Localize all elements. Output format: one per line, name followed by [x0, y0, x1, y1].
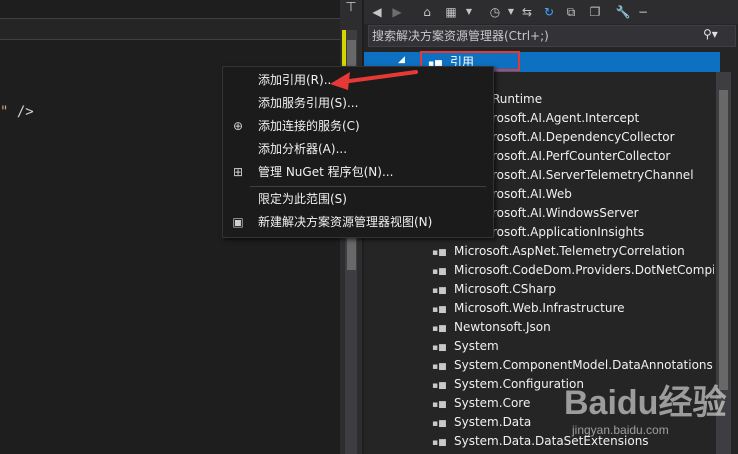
assembly-icon: ▪■ — [432, 267, 447, 277]
tree-item[interactable]: ▪■ Microsoft.CodeDom.Providers.DotNetComp… — [432, 261, 714, 280]
editor-tab-strip — [0, 18, 340, 40]
menu-item-add-analyzer[interactable]: 添加分析器(A)... — [234, 139, 484, 160]
assembly-icon: ▪■ — [432, 362, 447, 372]
nuget-icon: ⊞ — [232, 165, 244, 179]
new-view-icon: ▣ — [232, 215, 244, 229]
expand-arrow-icon[interactable]: ◢ — [398, 55, 405, 65]
assembly-icon: ▪■ — [432, 305, 447, 315]
assembly-icon: ▪■ — [432, 248, 447, 258]
tree-item[interactable]: ▪■ Microsoft.Web.Infrastructure — [432, 299, 714, 318]
assembly-icon: ▪■ — [432, 419, 447, 429]
tree-item[interactable]: ▪■ Newtonsoft.Json — [432, 318, 714, 337]
tree-item[interactable]: rosoft.AI.ServerTelemetryChannel — [492, 166, 738, 185]
dropdown-icon[interactable]: ▼ — [460, 3, 478, 21]
tree-item[interactable]: ▪■ System — [432, 337, 714, 356]
watermark-url: jingyan.baidu.com — [571, 423, 669, 437]
menu-item-manage-nuget[interactable]: ⊞ 管理 NuGet 程序包(N)... — [233, 162, 484, 183]
refresh-icon[interactable]: ↻ — [540, 3, 558, 21]
baidu-watermark: Baidu经验 jingyan.baidu.com — [564, 383, 726, 437]
sync-icon[interactable]: ⇆ — [518, 3, 536, 21]
change-marker — [342, 30, 346, 70]
menu-item-new-explorer-view[interactable]: ▣ 新建解决方案资源管理器视图(N) — [232, 212, 484, 233]
tree-item[interactable]: rosoft.AI.Agent.Intercept — [492, 109, 738, 128]
menu-item-add-connected-service[interactable]: ⊕ 添加连接的服务(C) — [233, 116, 484, 137]
wrench-icon[interactable]: 🔧 — [614, 3, 632, 21]
menu-item-scope-to-this[interactable]: 限定为此范围(S) — [234, 189, 484, 210]
connected-service-icon: ⊕ — [232, 119, 244, 133]
annotation-arrow-icon — [330, 70, 418, 90]
code-tag-close: /> — [16, 104, 34, 120]
tree-item[interactable]: ▪■ Microsoft.CSharp — [432, 280, 714, 299]
menu-item-add-service-reference[interactable]: 添加服务引用(S)... — [234, 93, 484, 114]
copy-icon[interactable]: ❐ — [586, 3, 604, 21]
minimize-icon[interactable]: − — [634, 3, 652, 21]
tree-item[interactable]: rosoft.AI.WindowsServer — [492, 204, 738, 223]
tree-item[interactable]: rosoft.AI.Web — [492, 185, 738, 204]
split-pin-icon[interactable]: ⊤ — [343, 0, 359, 16]
explorer-scroll-thumb[interactable] — [719, 90, 728, 390]
tree-item[interactable]: Runtime — [492, 90, 738, 109]
collapse-icon[interactable]: ⧉ — [562, 3, 580, 21]
tree-item[interactable]: rosoft.AI.PerfCounterCollector — [492, 147, 738, 166]
search-icon[interactable]: ⚲▾ — [703, 27, 718, 41]
code-line[interactable]: " /> — [0, 104, 34, 120]
assembly-icon: ▪■ — [432, 343, 447, 353]
assembly-icon: ▪■ — [432, 381, 447, 391]
forward-icon[interactable]: ▶ — [388, 3, 406, 21]
assembly-icon: ▪■ — [432, 438, 447, 448]
assembly-icon: ▪■ — [432, 286, 447, 296]
assembly-icon: ▪■ — [432, 400, 447, 410]
menu-separator — [250, 186, 486, 187]
search-placeholder: 搜索解决方案资源管理器(Ctrl+;) — [372, 29, 549, 43]
assembly-icon: ▪■ — [432, 324, 447, 334]
tree-item[interactable]: ▪■ Microsoft.AspNet.TelemetryCorrelation — [432, 242, 714, 261]
home-icon[interactable]: ⌂ — [418, 3, 436, 21]
tree-item[interactable]: rosoft.ApplicationInsights — [492, 223, 738, 242]
back-icon[interactable]: ◀ — [368, 3, 386, 21]
watermark-brand: Baidu经验 — [564, 383, 726, 422]
code-quote: " — [0, 104, 9, 120]
switch-views-icon[interactable]: ▦ — [442, 3, 460, 21]
tree-item[interactable]: rosoft.AI.DependencyCollector — [492, 128, 738, 147]
